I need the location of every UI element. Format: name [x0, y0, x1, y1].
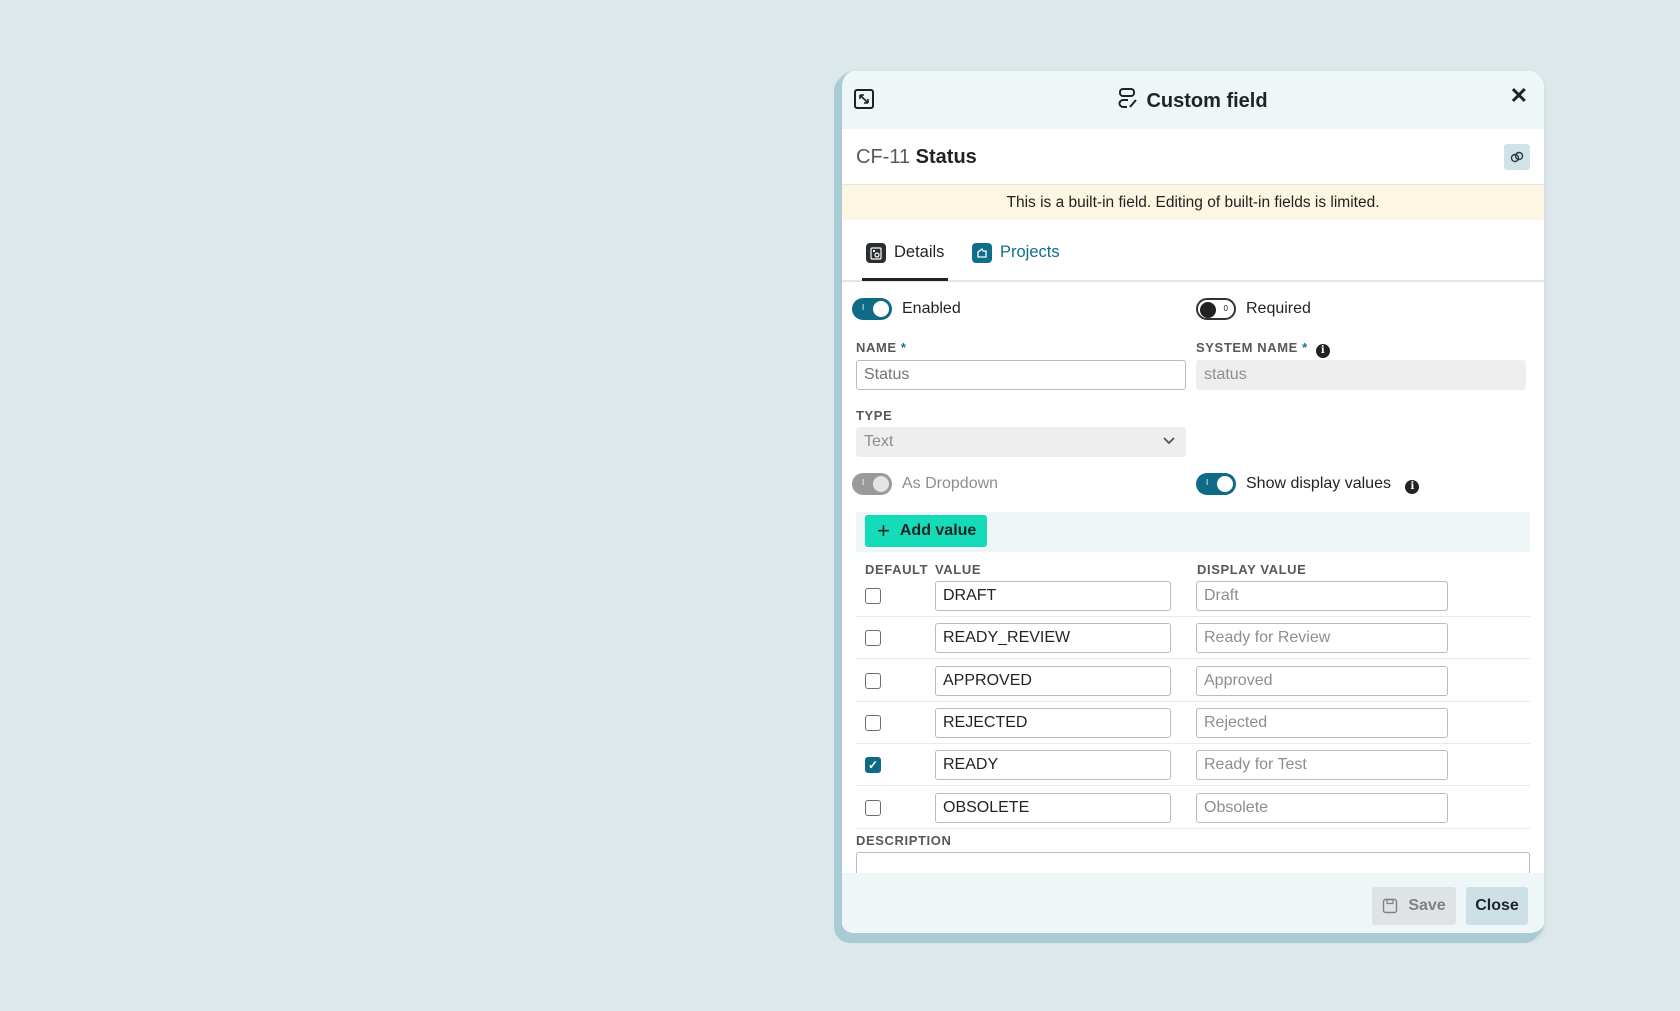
tab-details[interactable]: Details: [862, 240, 949, 281]
value-input[interactable]: APPROVED: [935, 665, 1171, 696]
required-toggle[interactable]: 0: [1196, 298, 1236, 320]
details-icon: [866, 243, 886, 263]
info-icon[interactable]: i: [1316, 344, 1331, 358]
default-checkbox[interactable]: ✓: [865, 757, 881, 774]
dialog-header: Custom field ✕: [842, 71, 1544, 129]
enabled-label: Enabled: [902, 300, 961, 317]
close-icon[interactable]: ✕: [1510, 85, 1528, 107]
custom-field-dialog: Custom field ✕ CF-11 Status This is a bu…: [838, 71, 1544, 939]
type-select: Text: [856, 427, 1186, 457]
copy-link-button[interactable]: [1504, 144, 1530, 170]
required-mark: *: [900, 340, 907, 355]
as-dropdown-toggle[interactable]: I: [852, 473, 892, 495]
description-label: DESCRIPTION: [856, 833, 952, 848]
add-value-button[interactable]: + Add value: [865, 515, 987, 547]
value-input[interactable]: REJECTED: [935, 707, 1171, 738]
toggle-mark: I: [862, 303, 865, 312]
built-in-warning-banner: This is a built-in field. Editing of bui…: [842, 185, 1544, 220]
required-mark: *: [1302, 340, 1308, 355]
tab-details-label: Details: [894, 243, 945, 261]
toggle-knob: [1200, 302, 1216, 318]
show-display-values-label: Show display values i: [1246, 475, 1420, 494]
value-row: REJECTED Rejected: [856, 702, 1530, 744]
value-input[interactable]: OBSOLETE: [935, 792, 1171, 823]
system-name-input: status: [1196, 360, 1526, 390]
custom-field-icon: [1118, 87, 1138, 115]
enabled-toggle[interactable]: I: [852, 298, 892, 320]
name-input[interactable]: [856, 360, 1186, 390]
required-label: Required: [1246, 300, 1311, 317]
toggle-mark: I: [862, 478, 865, 487]
save-button[interactable]: Save: [1372, 887, 1456, 925]
type-label: TYPE: [856, 408, 893, 423]
value-row: OBSOLETE Obsolete: [856, 787, 1530, 829]
type-select-value: Text: [864, 433, 894, 450]
field-id: CF-11: [856, 146, 911, 168]
value-row: DRAFT Draft: [856, 575, 1530, 617]
display-value-input[interactable]: Approved: [1196, 665, 1448, 696]
default-checkbox[interactable]: [865, 630, 881, 647]
field-title-bar: CF-11 Status: [842, 129, 1544, 185]
default-checkbox[interactable]: [865, 714, 881, 731]
tab-projects[interactable]: Projects: [968, 240, 1064, 280]
default-checkbox[interactable]: [865, 588, 881, 604]
value-row: ✓ READY Ready for Test: [856, 744, 1530, 787]
default-checkbox[interactable]: [865, 672, 881, 689]
dialog-footer: Save Close: [842, 873, 1544, 933]
add-value-label: Add value: [899, 522, 977, 539]
default-checkbox[interactable]: [865, 799, 881, 816]
tab-projects-label: Projects: [1000, 243, 1060, 261]
value-input[interactable]: DRAFT: [935, 581, 1171, 611]
projects-icon: [972, 243, 992, 263]
toggle-mark: 0: [1223, 304, 1228, 313]
display-value-input[interactable]: Obsolete: [1196, 792, 1448, 823]
toggle-knob: [1217, 476, 1233, 492]
close-button[interactable]: Close: [1466, 887, 1528, 925]
toggle-mark: I: [1206, 478, 1209, 487]
link-icon: [1510, 151, 1524, 163]
value-row: APPROVED Approved: [856, 660, 1530, 702]
system-name-label-text: SYSTEM NAME: [1196, 340, 1298, 355]
save-icon: [1383, 898, 1398, 914]
field-name: Status: [915, 146, 977, 168]
dialog-title-text: Custom field: [1146, 89, 1268, 112]
dialog-title: Custom field: [842, 87, 1544, 115]
toggle-knob: [873, 476, 889, 492]
name-label-text: NAME: [856, 340, 897, 355]
as-dropdown-label: As Dropdown: [902, 475, 999, 492]
plus-icon: +: [877, 518, 890, 543]
show-display-values-text: Show display values: [1246, 475, 1391, 492]
tab-bar: Details Projects: [842, 220, 1544, 282]
chevron-down-icon: [1163, 426, 1175, 455]
value-row: READY_REVIEW Ready for Review: [856, 617, 1530, 660]
add-value-bar: + Add value: [856, 512, 1530, 552]
info-icon[interactable]: i: [1405, 480, 1420, 494]
display-value-input[interactable]: Ready for Review: [1196, 623, 1448, 654]
show-display-values-toggle[interactable]: I: [1196, 473, 1236, 495]
display-value-input[interactable]: Ready for Test: [1196, 750, 1448, 781]
system-name-label: SYSTEM NAME * i: [1196, 340, 1331, 358]
display-value-input[interactable]: Draft: [1196, 581, 1448, 611]
name-label: NAME *: [856, 340, 907, 355]
display-value-input[interactable]: Rejected: [1196, 707, 1448, 738]
value-input[interactable]: READY_REVIEW: [935, 623, 1171, 654]
value-input[interactable]: READY: [935, 750, 1171, 781]
toggle-knob: [873, 301, 889, 317]
save-label: Save: [1408, 897, 1446, 914]
field-heading: CF-11 Status: [856, 146, 977, 169]
